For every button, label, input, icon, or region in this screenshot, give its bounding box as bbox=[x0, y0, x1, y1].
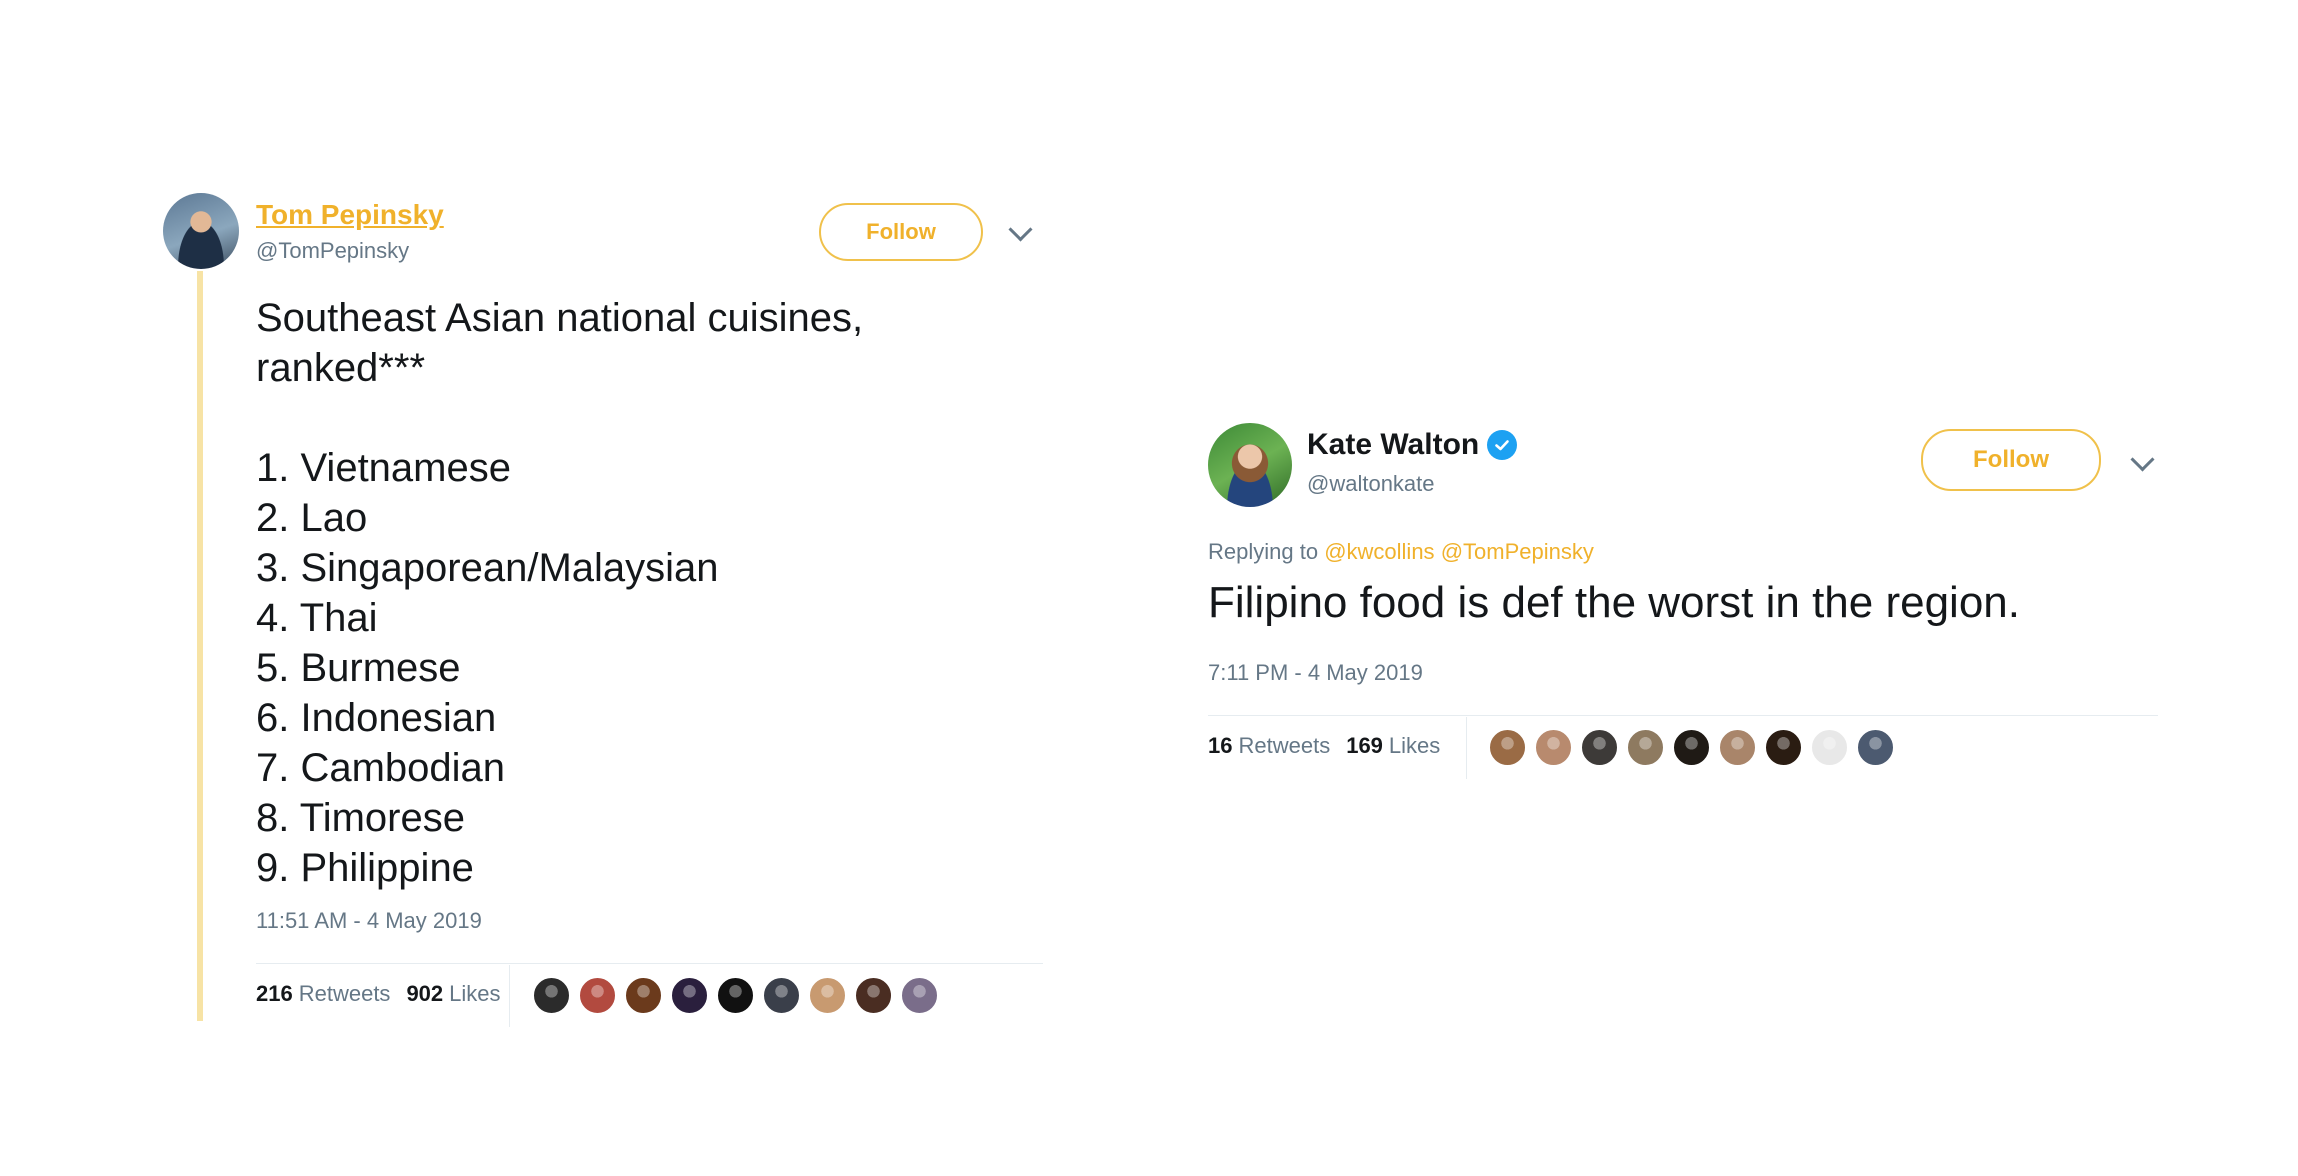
likes-count: 902 bbox=[406, 981, 444, 1006]
chevron-down-icon[interactable] bbox=[2130, 447, 2155, 472]
likes-label: Likes bbox=[449, 981, 501, 1006]
tweet-text: Southeast Asian national cuisines, ranke… bbox=[256, 293, 976, 893]
tweet-timestamp[interactable]: 7:11 PM - 4 May 2019 bbox=[1208, 660, 1423, 686]
list-item: 4. Thai bbox=[256, 596, 378, 640]
likes-count: 169 bbox=[1346, 733, 1383, 758]
tweet-intro: Southeast Asian national cuisines, ranke… bbox=[256, 296, 864, 390]
liker-avatar[interactable] bbox=[1580, 728, 1619, 767]
avatar[interactable] bbox=[1208, 423, 1292, 507]
liker-avatar[interactable] bbox=[624, 976, 663, 1015]
divider bbox=[1208, 715, 2158, 716]
list-item: 7. Cambodian bbox=[256, 746, 506, 790]
author-name[interactable]: Kate Walton bbox=[1307, 428, 1518, 462]
retweets-stat[interactable]: 16 Retweets bbox=[1208, 733, 1330, 759]
retweets-count: 216 bbox=[256, 981, 293, 1006]
ranking-list: 1. Vietnamese 2. Lao 3. Singaporean/Mala… bbox=[256, 443, 976, 893]
list-item: 5. Burmese bbox=[256, 646, 461, 690]
tweet-timestamp[interactable]: 11:51 AM - 4 May 2019 bbox=[256, 908, 482, 934]
mention-link-tompepinsky[interactable]: @TomPepinsky bbox=[1441, 539, 1594, 564]
liker-avatar[interactable] bbox=[1764, 728, 1803, 767]
likes-stat[interactable]: 169 Likes bbox=[1346, 733, 1440, 759]
retweets-stat[interactable]: 216 Retweets bbox=[256, 981, 390, 1007]
tweet-kate-walton: Kate Walton @waltonkate Follow Replying … bbox=[1208, 423, 2158, 793]
chevron-down-icon[interactable] bbox=[1008, 217, 1033, 242]
liker-avatar[interactable] bbox=[1488, 728, 1527, 767]
author-name-text: Kate Walton bbox=[1307, 428, 1480, 461]
liker-avatar[interactable] bbox=[1672, 728, 1711, 767]
liker-avatar[interactable] bbox=[1810, 728, 1849, 767]
list-item: 9. Philippine bbox=[256, 846, 474, 890]
liker-avatar[interactable] bbox=[1626, 728, 1665, 767]
likers-avatars bbox=[1488, 728, 1895, 767]
tweet-stats: 216 Retweets 902 Likes bbox=[256, 981, 517, 1007]
liker-avatar[interactable] bbox=[854, 976, 893, 1015]
likes-stat[interactable]: 902 Likes bbox=[406, 981, 500, 1007]
retweets-label: Retweets bbox=[1238, 733, 1331, 758]
stats-separator bbox=[509, 965, 510, 1027]
list-item: 1. Vietnamese bbox=[256, 446, 511, 490]
tweet-text: Filipino food is def the worst in the re… bbox=[1208, 578, 2021, 627]
follow-button[interactable]: Follow bbox=[819, 203, 983, 261]
stats-separator bbox=[1466, 717, 1467, 779]
liker-avatar[interactable] bbox=[900, 976, 939, 1015]
divider bbox=[256, 963, 1043, 964]
liker-avatar[interactable] bbox=[578, 976, 617, 1015]
likes-label: Likes bbox=[1388, 733, 1441, 758]
liker-avatar[interactable] bbox=[1856, 728, 1895, 767]
list-item: 8. Timorese bbox=[256, 796, 465, 840]
list-item: 3. Singaporean/Malaysian bbox=[256, 546, 719, 590]
list-item: 6. Indonesian bbox=[256, 696, 497, 740]
list-item: 2. Lao bbox=[256, 496, 368, 540]
mention-link-kwcollins[interactable]: @kwcollins bbox=[1324, 539, 1434, 564]
author-name-link[interactable]: Tom Pepinsky bbox=[256, 199, 444, 231]
liker-avatar[interactable] bbox=[808, 976, 847, 1015]
retweets-count: 16 bbox=[1208, 733, 1233, 758]
liker-avatar[interactable] bbox=[762, 976, 801, 1015]
tweet-stats: 16 Retweets 169 Likes bbox=[1208, 733, 1456, 759]
likers-avatars bbox=[532, 976, 939, 1015]
retweets-label: Retweets bbox=[298, 981, 391, 1006]
thread-connector-line bbox=[197, 271, 203, 1021]
follow-button[interactable]: Follow bbox=[1921, 429, 2101, 491]
replying-to: Replying to @kwcollins @TomPepinsky bbox=[1208, 539, 1594, 565]
verified-badge-icon bbox=[1487, 430, 1518, 460]
liker-avatar[interactable] bbox=[1718, 728, 1757, 767]
avatar[interactable] bbox=[163, 193, 239, 269]
liker-avatar[interactable] bbox=[1534, 728, 1573, 767]
liker-avatar[interactable] bbox=[670, 976, 709, 1015]
replying-prefix: Replying to bbox=[1208, 539, 1319, 564]
liker-avatar[interactable] bbox=[532, 976, 571, 1015]
liker-avatar[interactable] bbox=[716, 976, 755, 1015]
author-handle: @waltonkate bbox=[1307, 471, 1435, 496]
author-handle: @TomPepinsky bbox=[256, 238, 410, 263]
tweet-tom-pepinsky: Tom Pepinsky @TomPepinsky Follow Southea… bbox=[163, 193, 1043, 1027]
